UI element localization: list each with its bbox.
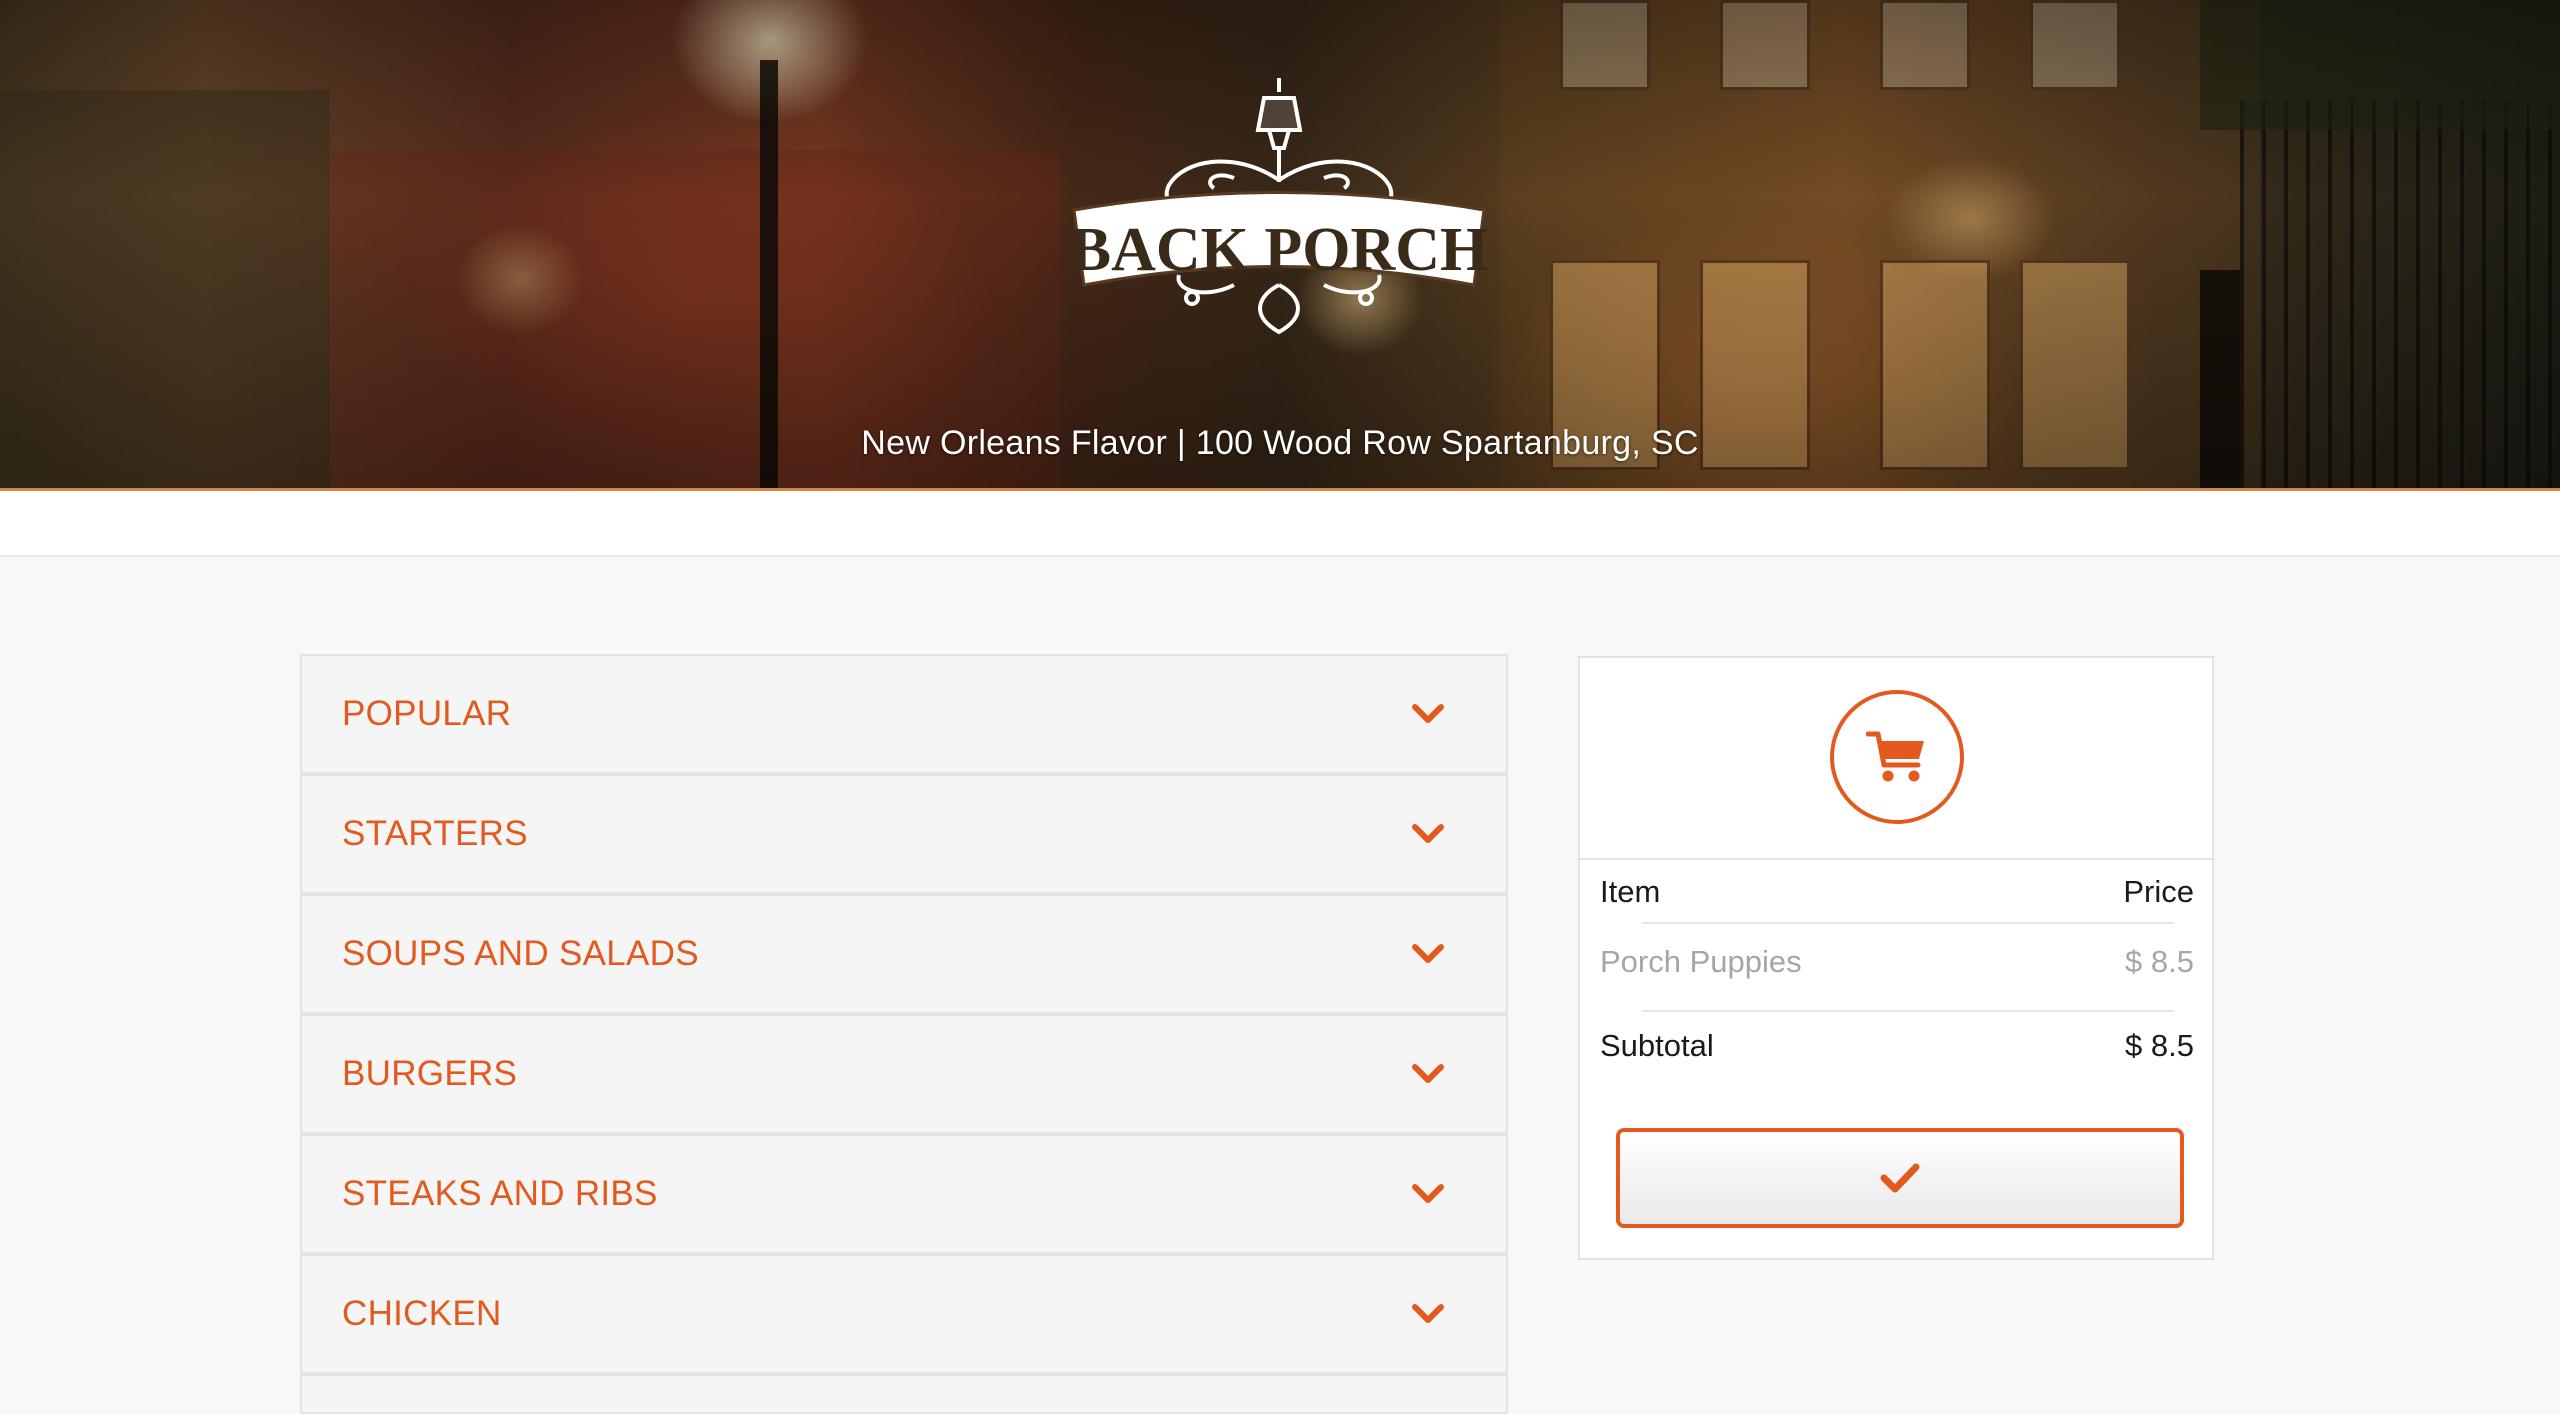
- menu-category-label: POPULAR: [342, 694, 512, 733]
- menu-category-label: STEAKS AND RIBS: [342, 1174, 658, 1213]
- cart-item-price: $ 8.5: [2125, 944, 2194, 979]
- menu-category-label: CHICKEN: [342, 1294, 502, 1333]
- menu-category-steaks-and-ribs[interactable]: STEAKS AND RIBS: [300, 1134, 1508, 1254]
- item-column-header: Item: [1600, 874, 1661, 909]
- cart-divider: [1580, 858, 2212, 860]
- menu-category-label: SOUPS AND SALADS: [342, 934, 699, 973]
- price-column-header: Price: [2123, 874, 2194, 909]
- menu-category-burgers[interactable]: BURGERS: [300, 1014, 1508, 1134]
- chevron-down-icon: [1412, 1304, 1444, 1323]
- subtotal-value: $ 8.5: [2125, 1028, 2194, 1063]
- shopping-cart-icon: [1866, 731, 1924, 782]
- back-porch-logo: BACK PORCH: [1070, 78, 1489, 335]
- menu-category-label: STARTERS: [342, 814, 528, 853]
- menu-category-soups-and-salads[interactable]: SOUPS AND SALADS: [300, 894, 1508, 1014]
- chevron-down-icon: [1412, 944, 1444, 963]
- logo-text: BACK PORCH: [1070, 216, 1489, 284]
- top-bar: [0, 491, 2560, 557]
- chevron-down-icon: [1412, 704, 1444, 723]
- menu-category-list: POPULAR STARTERS SOUPS AND SALADS BURGER…: [300, 654, 1508, 1414]
- chevron-down-icon: [1412, 1184, 1444, 1203]
- cart-item-name: Porch Puppies: [1600, 944, 1802, 979]
- chevron-down-icon: [1412, 1064, 1444, 1083]
- row-divider: [1642, 922, 2174, 924]
- cart-panel: Item Price Porch Puppies $ 8.5 Subtotal …: [1578, 656, 2214, 1260]
- menu-category-popular[interactable]: POPULAR: [300, 654, 1508, 774]
- menu-category-label: BURGERS: [342, 1054, 518, 1093]
- subtotal-label: Subtotal: [1600, 1028, 1714, 1063]
- chevron-down-icon: [1412, 824, 1444, 843]
- menu-category-starters[interactable]: STARTERS: [300, 774, 1508, 894]
- checkmark-icon: [1880, 1163, 1920, 1193]
- cart-button[interactable]: [1830, 690, 1964, 824]
- hero-banner: BACK PORCH New Orleans Flavor | 100 Wood…: [0, 0, 2560, 491]
- tagline: New Orleans Flavor | 100 Wood Row Sparta…: [861, 424, 1699, 462]
- row-divider: [1642, 1010, 2174, 1012]
- menu-category-next[interactable]: [300, 1374, 1508, 1414]
- menu-category-chicken[interactable]: CHICKEN: [300, 1254, 1508, 1374]
- checkout-button[interactable]: [1616, 1128, 2184, 1228]
